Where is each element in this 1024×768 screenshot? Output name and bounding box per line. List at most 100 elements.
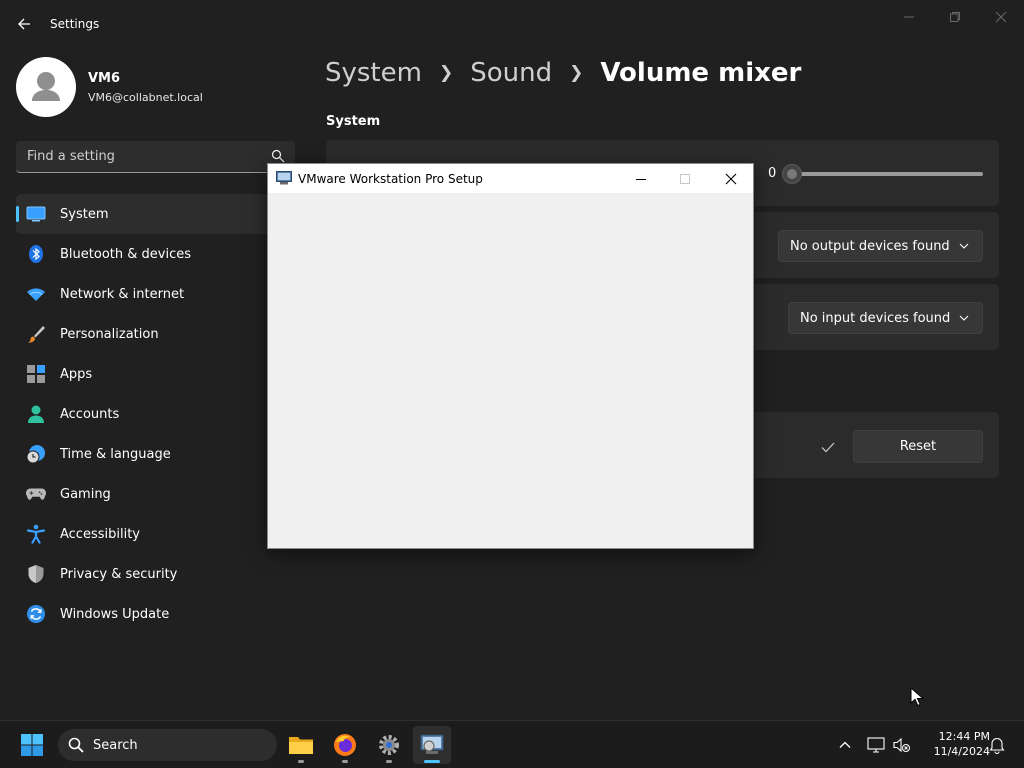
- volume-value: 0: [768, 166, 777, 181]
- app-title: Settings: [50, 17, 100, 31]
- close-icon: [995, 11, 1007, 23]
- settings-titlebar: Settings: [0, 0, 1024, 48]
- person-icon: [26, 404, 46, 424]
- running-indicator: [386, 760, 392, 763]
- taskbar: Search 12:44 PM 11/4/2024: [0, 720, 1024, 768]
- taskbar-search[interactable]: Search: [58, 729, 277, 761]
- vmware-installer-icon: [276, 171, 292, 185]
- taskbar-vmware-setup[interactable]: [413, 726, 451, 764]
- running-indicator: [424, 760, 440, 763]
- sidebar-item-personalization[interactable]: Personalization: [16, 314, 276, 354]
- dialog-titlebar[interactable]: VMware Workstation Pro Setup: [268, 164, 753, 193]
- reset-button[interactable]: Reset: [853, 430, 983, 463]
- sidebar-item-gaming[interactable]: Gaming: [16, 474, 276, 514]
- minimize-button[interactable]: [889, 6, 929, 28]
- taskbar-clock[interactable]: 12:44 PM 11/4/2024: [920, 729, 990, 759]
- dialog-minimize-button[interactable]: [619, 164, 663, 193]
- input-device-value: No input devices found: [800, 310, 951, 326]
- clock-globe-icon: [26, 444, 46, 464]
- taskbar-file-explorer[interactable]: [282, 726, 320, 764]
- firefox-icon: [334, 734, 356, 756]
- sidebar-item-label: Gaming: [60, 486, 111, 502]
- input-device-dropdown[interactable]: No input devices found: [788, 302, 983, 334]
- sidebar-item-label: Privacy & security: [60, 566, 178, 582]
- find-setting-input[interactable]: [16, 141, 256, 171]
- dialog-close-button[interactable]: [709, 164, 753, 193]
- chevron-right-icon: ❯: [438, 63, 454, 83]
- dialog-title: VMware Workstation Pro Setup: [298, 172, 483, 186]
- gear-icon: [379, 735, 399, 755]
- folder-icon: [289, 737, 313, 754]
- search-icon: [68, 737, 84, 753]
- taskbar-settings[interactable]: [370, 726, 408, 764]
- section-title: System: [326, 114, 381, 129]
- chevron-down-icon: [959, 315, 969, 321]
- search-icon[interactable]: [271, 149, 285, 163]
- notifications-button[interactable]: [987, 735, 1007, 755]
- wifi-icon: [26, 284, 46, 304]
- restore-icon: [950, 12, 960, 22]
- sidebar-item-accessibility[interactable]: Accessibility: [16, 514, 276, 554]
- volume-slider-thumb[interactable]: [782, 164, 802, 184]
- avatar: [16, 57, 76, 117]
- find-setting-search[interactable]: [16, 141, 295, 173]
- back-button[interactable]: [10, 10, 38, 38]
- user-name: VM6: [88, 71, 121, 86]
- windows-logo-icon: [21, 734, 43, 756]
- maximize-icon: [680, 173, 690, 184]
- dialog-maximize-button: [663, 164, 707, 193]
- tray-network[interactable]: [866, 735, 886, 755]
- breadcrumb-system[interactable]: System: [325, 58, 422, 88]
- minimize-icon: [904, 16, 914, 18]
- bluetooth-icon: [26, 244, 46, 264]
- person-icon: [32, 72, 60, 101]
- breadcrumb-sound[interactable]: Sound: [470, 58, 552, 88]
- taskbar-firefox[interactable]: [326, 726, 364, 764]
- chevron-up-icon: [839, 741, 851, 748]
- taskbar-search-label: Search: [93, 737, 138, 753]
- shield-icon: [26, 564, 46, 584]
- restore-button[interactable]: [935, 6, 975, 28]
- sidebar-item-windows-update[interactable]: Windows Update: [16, 594, 276, 634]
- sidebar-item-network[interactable]: Network & internet: [16, 274, 276, 314]
- clock-time: 12:44 PM: [938, 730, 990, 743]
- sidebar-item-time-language[interactable]: Time & language: [16, 434, 276, 474]
- sidebar-item-system[interactable]: System: [16, 194, 276, 234]
- clock-date: 11/4/2024: [933, 745, 990, 758]
- sidebar-item-bluetooth[interactable]: Bluetooth & devices: [16, 234, 276, 274]
- sidebar-item-label: Windows Update: [60, 606, 170, 622]
- breadcrumb: System ❯ Sound ❯ Volume mixer: [325, 58, 801, 88]
- accessibility-icon: [26, 524, 46, 544]
- close-button[interactable]: [981, 6, 1021, 28]
- show-hidden-icons[interactable]: [835, 735, 855, 755]
- chevron-down-icon: [959, 243, 969, 249]
- user-email: VM6@collabnet.local: [88, 91, 203, 104]
- user-profile[interactable]: VM6 VM6@collabnet.local: [16, 56, 286, 118]
- tray-volume[interactable]: [892, 735, 912, 755]
- running-indicator: [298, 760, 304, 763]
- sidebar-item-privacy[interactable]: Privacy & security: [16, 554, 276, 594]
- checkmark-icon: [821, 442, 835, 453]
- sidebar-item-label: Accounts: [60, 406, 120, 422]
- sidebar-item-apps[interactable]: Apps: [16, 354, 276, 394]
- sidebar-item-label: Apps: [60, 366, 93, 382]
- monitor-icon: [26, 204, 46, 224]
- start-button[interactable]: [13, 726, 51, 764]
- sidebar-item-label: Accessibility: [60, 526, 140, 542]
- arrow-left-icon: [18, 18, 30, 30]
- close-icon: [725, 173, 737, 184]
- sidebar-item-label: Bluetooth & devices: [60, 246, 191, 262]
- sidebar-nav: System Bluetooth & devices Network & int…: [16, 194, 276, 634]
- update-icon: [26, 604, 46, 624]
- sidebar-item-label: Time & language: [60, 446, 171, 462]
- speaker-muted-icon: [893, 737, 910, 753]
- output-device-dropdown[interactable]: No output devices found: [778, 230, 983, 262]
- brush-icon: [26, 324, 46, 344]
- chevron-right-icon: ❯: [569, 63, 584, 83]
- network-monitor-icon: [867, 737, 885, 753]
- sidebar-item-accounts[interactable]: Accounts: [16, 394, 276, 434]
- vmware-setup-dialog[interactable]: VMware Workstation Pro Setup: [267, 163, 754, 549]
- volume-slider-track[interactable]: [790, 172, 983, 176]
- minimize-icon: [636, 178, 646, 180]
- sidebar-item-label: System: [60, 206, 109, 222]
